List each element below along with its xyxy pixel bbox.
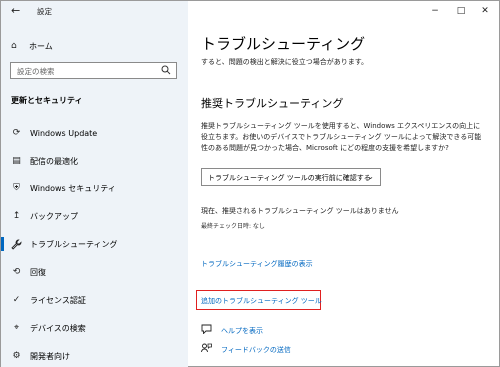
history-link[interactable]: トラブルシューティング履歴の表示: [201, 259, 313, 269]
feedback-link[interactable]: フィードバックの送信: [221, 345, 291, 355]
dropdown-value: トラブルシューティング ツールの実行前に確認する: [208, 174, 371, 182]
sidebar-item-label: 配信の最適化: [30, 156, 78, 166]
chevron-down-icon: ⌄: [367, 172, 374, 181]
sidebar-item-label: Windows セキュリティ: [30, 183, 116, 193]
wrench-icon: [11, 239, 22, 250]
feedback-icon: [201, 343, 213, 356]
search-icon: [161, 65, 171, 75]
activation-icon: ✓: [12, 294, 21, 305]
sidebar-item-activation[interactable]: ✓ ライセンス認証: [1, 290, 188, 310]
sidebar: ⌂ ホーム 設定の検索 更新とセキュリティ ⟳ Windows Update ▤…: [1, 1, 188, 367]
sidebar-item-delivery-optimization[interactable]: ▤ 配信の最適化: [1, 151, 188, 171]
troubleshoot-preference-dropdown[interactable]: トラブルシューティング ツールの実行前に確認する ⌄: [201, 168, 381, 186]
sidebar-item-find-device[interactable]: ⌖ デバイスの検索: [1, 318, 188, 338]
search-input[interactable]: 設定の検索: [10, 62, 177, 79]
sidebar-item-label: トラブルシューティング: [30, 239, 118, 249]
recommended-description: 推奨トラブルシューティング ツールを使用すると、Windows エクスペリエンス…: [201, 122, 482, 152]
sidebar-item-label: ライセンス認証: [30, 295, 86, 305]
sidebar-item-developer[interactable]: ⚙ 開発者向け: [1, 346, 188, 366]
section-title: 更新とセキュリティ: [11, 96, 83, 105]
find-device-icon: ⌖: [13, 322, 20, 333]
sidebar-item-windows-update[interactable]: ⟳ Windows Update: [1, 123, 188, 143]
help-link[interactable]: ヘルプを表示: [221, 326, 263, 336]
help-row[interactable]: ヘルプを表示: [201, 324, 263, 337]
window-title: 設定: [37, 7, 52, 16]
sidebar-home[interactable]: ⌂ ホーム: [11, 39, 53, 53]
settings-window: ⌂ ホーム 設定の検索 更新とセキュリティ ⟳ Windows Update ▤…: [0, 0, 500, 367]
sidebar-item-label: 回復: [30, 267, 46, 277]
feedback-row[interactable]: フィードバックの送信: [201, 343, 291, 356]
active-indicator: [1, 237, 4, 251]
no-recommended-text: 現在、推奨されるトラブルシューティング ツールはありません: [201, 207, 399, 215]
backup-icon: ↥: [12, 210, 21, 221]
help-icon: [201, 324, 213, 337]
sidebar-item-backup[interactable]: ↥ バックアップ: [1, 206, 188, 226]
sidebar-item-label: 開発者向け: [30, 351, 70, 361]
main-content: トラブルシューティング すると、問題の検出と解決に役立つ場合があります。 推奨ト…: [188, 1, 499, 367]
sync-icon: ⟳: [12, 127, 21, 138]
sidebar-item-recovery[interactable]: ⟲ 回復: [1, 262, 188, 282]
sidebar-item-label: Windows Update: [30, 128, 98, 138]
delivery-icon: ▤: [12, 155, 21, 166]
page-subtitle: すると、問題の検出と解決に役立つ場合があります。: [201, 58, 369, 66]
search-placeholder: 設定の検索: [17, 67, 55, 76]
home-icon: ⌂: [11, 41, 17, 51]
sidebar-item-label: デバイスの検索: [30, 323, 86, 333]
sidebar-item-troubleshoot[interactable]: トラブルシューティング: [1, 234, 188, 254]
last-checked-text: 最終チェック日時: なし: [201, 223, 265, 230]
recommended-heading: 推奨トラブルシューティング: [201, 97, 344, 110]
back-arrow-icon[interactable]: ←: [11, 4, 25, 18]
sidebar-item-label: バックアップ: [30, 211, 78, 221]
page-title: トラブルシューティング: [201, 35, 366, 53]
home-label: ホーム: [29, 41, 53, 51]
shield-icon: ⛨: [13, 182, 20, 193]
recovery-icon: ⟲: [12, 266, 21, 277]
additional-troubleshooters-link[interactable]: 追加のトラブルシューティング ツール: [201, 296, 322, 306]
sidebar-item-windows-security[interactable]: ⛨ Windows セキュリティ: [1, 178, 188, 198]
developer-icon: ⚙: [12, 350, 21, 361]
